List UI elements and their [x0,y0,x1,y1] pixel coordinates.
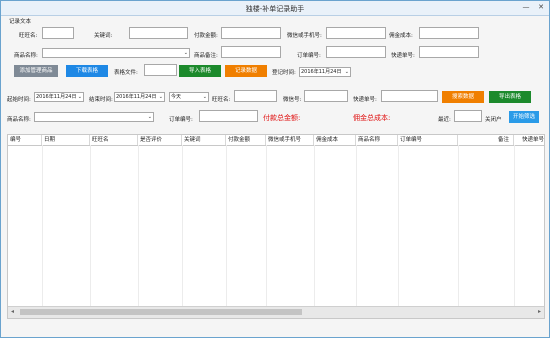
product-label: 商品名称: [14,53,38,59]
scroll-right-icon[interactable]: ▸ [538,308,541,315]
record-data-button[interactable]: 记录数据 [225,65,267,77]
search-button[interactable]: 搜索数据 [442,91,484,103]
express-label: 快递单号: [391,53,415,59]
filter-product-select[interactable]: ⌄ [34,112,154,122]
express-input[interactable] [419,46,479,58]
product-note-label: 商品备注: [194,53,218,59]
payment-input[interactable] [221,27,281,39]
filter-wechat-label: 微信号: [283,97,302,103]
filter-wechat-input[interactable] [304,90,348,102]
column-divider [458,145,459,306]
chevron-down-icon: ⌄ [183,50,188,56]
column-header[interactable]: 是否评价 [138,135,182,145]
filter-wangwang-input[interactable] [234,90,277,102]
table-file-label: 表格文件: [114,70,138,76]
window-title: 独楼-补单记录助手 [245,5,305,13]
filter-express-input[interactable] [381,90,438,102]
order-no-label: 订单编号: [297,53,321,59]
commission-label: 佣金成本: [389,33,413,39]
minimize-button[interactable]: — [521,3,531,12]
end-time-label: 结束时间: [89,97,113,103]
product-note-input[interactable] [221,46,281,58]
filter-express-label: 快递单号: [353,97,377,103]
column-header[interactable]: 微信或手机号 [266,135,314,145]
column-divider [182,145,183,306]
column-divider [398,145,399,306]
filter-order-input[interactable] [199,110,258,122]
payment-label: 付款金额: [194,33,218,39]
column-header[interactable]: 订单编号 [398,135,458,145]
start-time-label: 起始时间: [7,97,31,103]
column-divider [226,145,227,306]
title-bar: 独楼-补单记录助手 — ✕ [1,1,549,16]
column-header[interactable]: 快递单号 [514,135,544,145]
chevron-down-icon: ⌄ [147,114,152,120]
app-window: 独楼-补单记录助手 — ✕ 记录文本 旺旺名: 关键词: 付款金额: 微信或手机… [0,0,550,338]
count-label: 最近: [438,117,451,123]
wangwang-input[interactable] [42,27,74,39]
chevron-down-icon: ⌄ [344,69,349,75]
column-divider [138,145,139,306]
reg-time-picker[interactable]: 2016年11月24日 ⌄ [299,67,351,77]
add-product-button[interactable]: 添加管理商品 [14,65,58,77]
horizontal-scrollbar[interactable]: ◂ ▸ [8,306,544,318]
column-header[interactable]: 佣金成本 [314,135,356,145]
table-header: 编号 日期 旺旺名 是否评价 关键词 付款金额 微信或手机号 佣金成本 商品名称… [8,135,544,146]
column-header[interactable]: 关键词 [182,135,226,145]
filter-order-label: 订单编号: [169,117,193,123]
column-divider [266,145,267,306]
filter-product-label: 商品名称: [7,117,31,123]
count-input[interactable] [454,110,482,122]
reg-time-label: 登记时间: [272,70,296,76]
chevron-down-icon: ⌄ [202,94,207,100]
record-group-label: 记录文本 [9,19,32,25]
commission-input[interactable] [419,27,479,39]
start-date-picker[interactable]: 2016年11月24日 ⌄ [34,92,84,102]
column-header[interactable]: 商品名称 [356,135,398,145]
order-no-input[interactable] [326,46,386,58]
column-header[interactable]: 旺旺名 [90,135,138,145]
import-button[interactable]: 导入表格 [179,65,221,77]
scroll-left-icon[interactable]: ◂ [11,308,14,315]
column-divider [90,145,91,306]
scrollbar-thumb[interactable] [20,309,302,315]
range-select[interactable]: 今天 ⌄ [169,92,209,102]
column-header[interactable]: 付款金额 [226,135,266,145]
table-file-input[interactable] [144,64,177,76]
chevron-down-icon: ⌄ [77,94,82,100]
keyword-label: 关键词: [94,33,113,39]
records-table[interactable]: 编号 日期 旺旺名 是否评价 关键词 付款金额 微信或手机号 佣金成本 商品名称… [7,134,545,319]
column-divider [356,145,357,306]
filter-wangwang-label: 旺旺名: [212,97,231,103]
wangwang-label: 旺旺名: [19,33,38,39]
download-template-button[interactable]: 下载表格 [66,65,108,77]
wechat-input[interactable] [326,27,386,39]
column-header[interactable]: 备注 [458,135,514,145]
export-button[interactable]: 导出表格 [489,91,531,103]
start-filter-button[interactable]: 开始筛选 [509,111,539,123]
chevron-down-icon: ⌄ [158,94,163,100]
total-commission-label: 佣金总成本: [353,114,391,122]
product-select[interactable]: ⌄ [42,48,190,58]
wechat-label: 微信或手机号: [287,33,322,39]
column-divider [42,145,43,306]
end-date-picker[interactable]: 2016年11月24日 ⌄ [114,92,165,102]
close-user-label: 关闭户 [485,117,502,123]
column-divider [314,145,315,306]
close-button[interactable]: ✕ [536,3,546,12]
total-payment-label: 付款总金额: [263,114,301,122]
column-header[interactable]: 日期 [42,135,90,145]
column-divider [514,145,515,306]
keyword-input[interactable] [129,27,188,39]
column-header[interactable]: 编号 [8,135,42,145]
